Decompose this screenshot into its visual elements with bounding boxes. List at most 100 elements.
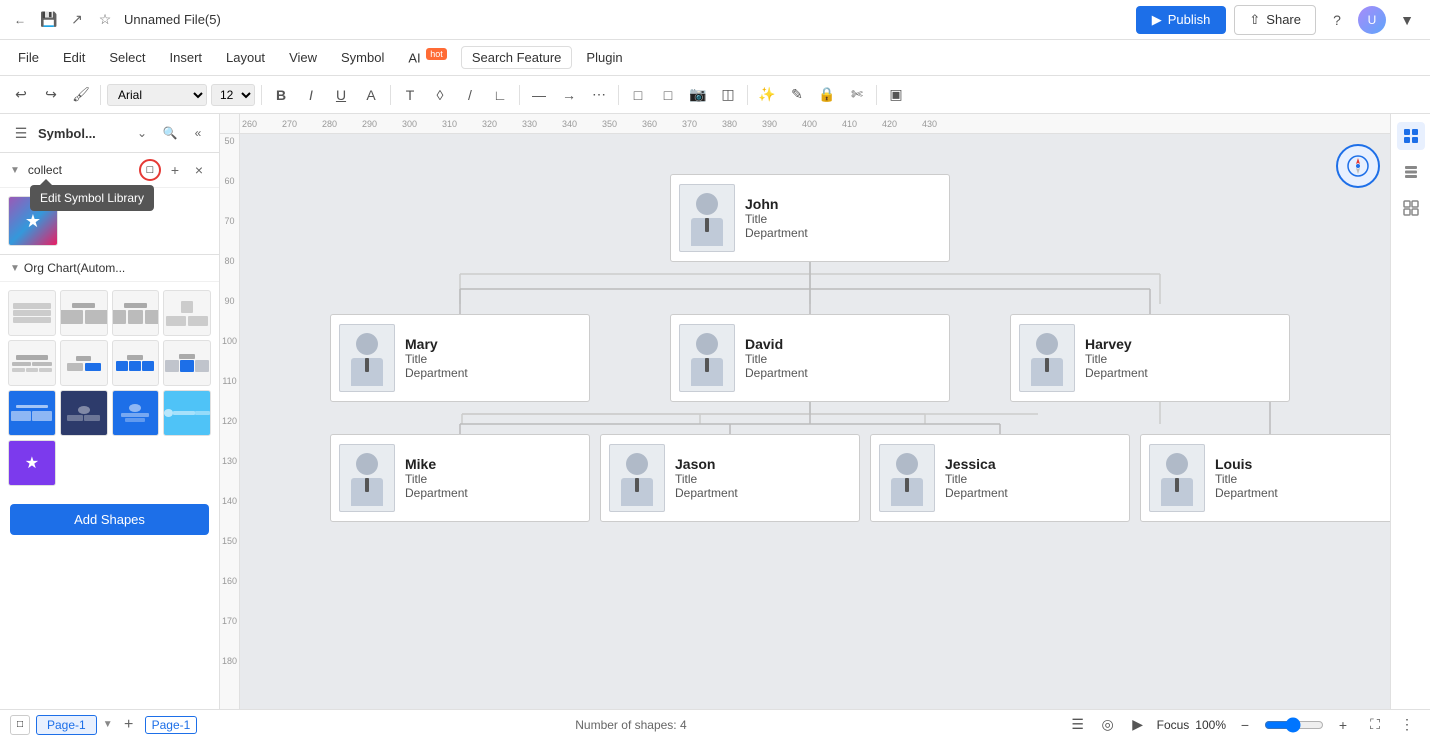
zoom-out-button[interactable]: −	[1232, 712, 1258, 738]
layers-icon-bottom[interactable]: ☰	[1065, 712, 1091, 738]
sidebar-menu-icon[interactable]: ☰	[10, 122, 32, 144]
underline-button[interactable]: U	[328, 82, 354, 108]
compass-button[interactable]	[1336, 144, 1380, 188]
right-panel-layers-button[interactable]	[1397, 158, 1425, 186]
undo-button[interactable]: ↩	[8, 82, 34, 108]
ruler-mark: 390	[760, 119, 800, 129]
fullscreen-bottom-button[interactable]: ⛶	[1362, 712, 1388, 738]
ruler-mark: 360	[640, 119, 680, 129]
canvas-content[interactable]: John Title Department	[240, 134, 1390, 739]
menu-symbol[interactable]: Symbol	[331, 46, 394, 69]
image-button[interactable]: 📷	[685, 82, 711, 108]
thumb-11[interactable]	[112, 390, 160, 436]
menu-view[interactable]: View	[279, 46, 327, 69]
publish-button[interactable]: ▶ Publish	[1136, 6, 1227, 34]
share-button[interactable]: ⇧ Share	[1234, 5, 1316, 35]
redo-button[interactable]: ↪	[38, 82, 64, 108]
edit-symbol-button[interactable]: □	[139, 159, 161, 181]
right-panel-format-button[interactable]	[1397, 122, 1425, 150]
sparkle-button[interactable]: ✨	[754, 82, 780, 108]
font-color-button[interactable]: A	[358, 82, 384, 108]
org-chart-expand-icon[interactable]: ▼	[10, 263, 20, 274]
line-end-button[interactable]: —	[526, 82, 552, 108]
node-mike[interactable]: Mike Title Department	[330, 434, 590, 522]
bold-button[interactable]: B	[268, 82, 294, 108]
thumb-10[interactable]	[60, 390, 108, 436]
connector-button[interactable]: ∟	[487, 82, 513, 108]
ruler-side-mark: 150	[220, 534, 239, 574]
zoom-slider[interactable]	[1264, 717, 1324, 733]
node-jason[interactable]: Jason Title Department	[600, 434, 860, 522]
font-size-select[interactable]: 12	[211, 84, 255, 106]
node-mary[interactable]: Mary Title Department	[330, 314, 590, 402]
menu-edit[interactable]: Edit	[53, 46, 95, 69]
save-icon[interactable]: 💾	[38, 9, 60, 31]
thumb-9[interactable]	[8, 390, 56, 436]
node-david[interactable]: David Title Department	[670, 314, 950, 402]
node-mary-title: Title	[405, 352, 468, 366]
zoom-in-button[interactable]: +	[1330, 712, 1356, 738]
back-button[interactable]: ←	[10, 10, 30, 30]
page-tab-1[interactable]: Page-1	[36, 715, 97, 735]
overflow-bottom-button[interactable]: ⋮	[1394, 712, 1420, 738]
user-avatar[interactable]: U	[1358, 6, 1386, 34]
thumb-8[interactable]	[163, 340, 211, 386]
help-button[interactable]: ?	[1324, 7, 1350, 33]
page-tab-chevron[interactable]: ▼	[103, 719, 113, 730]
ruler-mark: 280	[320, 119, 360, 129]
close-collect-button[interactable]: ×	[189, 160, 209, 180]
sidebar-collapse-icon[interactable]: «	[187, 122, 209, 144]
node-louis[interactable]: Louis Title Department	[1140, 434, 1390, 522]
node-john[interactable]: John Title Department	[670, 174, 950, 262]
add-collect-button[interactable]: +	[165, 160, 185, 180]
format-paint-button[interactable]: 🖌	[68, 82, 94, 108]
focus-icon-bottom[interactable]: ◎	[1095, 712, 1121, 738]
user-menu-chevron[interactable]: ▼	[1394, 7, 1420, 33]
thumb-13[interactable]: ★	[8, 440, 56, 486]
font-family-select[interactable]: Arial	[107, 84, 207, 106]
rounded-button[interactable]: □	[655, 82, 681, 108]
menu-ai[interactable]: AI hot	[398, 45, 456, 69]
star-icon[interactable]: ☆	[94, 9, 116, 31]
sidebar-search-icon[interactable]: 🔍	[159, 122, 181, 144]
text-button[interactable]: T	[397, 82, 423, 108]
thumb-1[interactable]	[8, 290, 56, 336]
thumb-7[interactable]	[112, 340, 160, 386]
fullscreen-button[interactable]: ▣	[883, 82, 909, 108]
thumb-5[interactable]	[8, 340, 56, 386]
play-icon-bottom[interactable]: ▶	[1125, 712, 1151, 738]
menu-layout[interactable]: Layout	[216, 46, 275, 69]
thumb-6[interactable]	[60, 340, 108, 386]
lock-button[interactable]: 🔒	[814, 82, 840, 108]
external-link-icon[interactable]: ↗	[66, 9, 88, 31]
node-harvey[interactable]: Harvey Title Department	[1010, 314, 1290, 402]
shadow-button[interactable]: □	[625, 82, 651, 108]
menu-select[interactable]: Select	[99, 46, 155, 69]
right-panel-grid-button[interactable]	[1397, 194, 1425, 222]
ruler-side-mark: 60	[220, 174, 239, 214]
canvas-scroll: 50 60 70 80 90 100 110 120 130 140 150 1…	[220, 134, 1390, 739]
arrow-button[interactable]: →	[556, 82, 582, 108]
thumb-12[interactable]	[163, 390, 211, 436]
table-button[interactable]: ◫	[715, 82, 741, 108]
line-style-button[interactable]: /	[457, 82, 483, 108]
add-page-button[interactable]: +	[119, 715, 139, 735]
clear-format-button[interactable]: ◊	[427, 82, 453, 108]
italic-button[interactable]: I	[298, 82, 324, 108]
page-view-icon[interactable]: □	[10, 715, 30, 735]
collect-expand-icon[interactable]: ▼	[10, 165, 20, 176]
node-jessica[interactable]: Jessica Title Department	[870, 434, 1130, 522]
thumb-3[interactable]	[112, 290, 160, 336]
sidebar-expand-icon[interactable]: ⌄	[131, 122, 153, 144]
menu-plugin[interactable]: Plugin	[576, 46, 632, 69]
menu-file[interactable]: File	[8, 46, 49, 69]
dots-button[interactable]: ⋯	[586, 82, 612, 108]
thumb-4[interactable]	[163, 290, 211, 336]
add-shapes-button[interactable]: Add Shapes	[10, 504, 209, 535]
thumb-2[interactable]	[60, 290, 108, 336]
cut-button[interactable]: ✄	[844, 82, 870, 108]
menu-insert[interactable]: Insert	[160, 46, 213, 69]
ruler-mark: 430	[920, 119, 960, 129]
search-feature-button[interactable]: Search Feature	[461, 46, 573, 69]
edit-button[interactable]: ✎	[784, 82, 810, 108]
